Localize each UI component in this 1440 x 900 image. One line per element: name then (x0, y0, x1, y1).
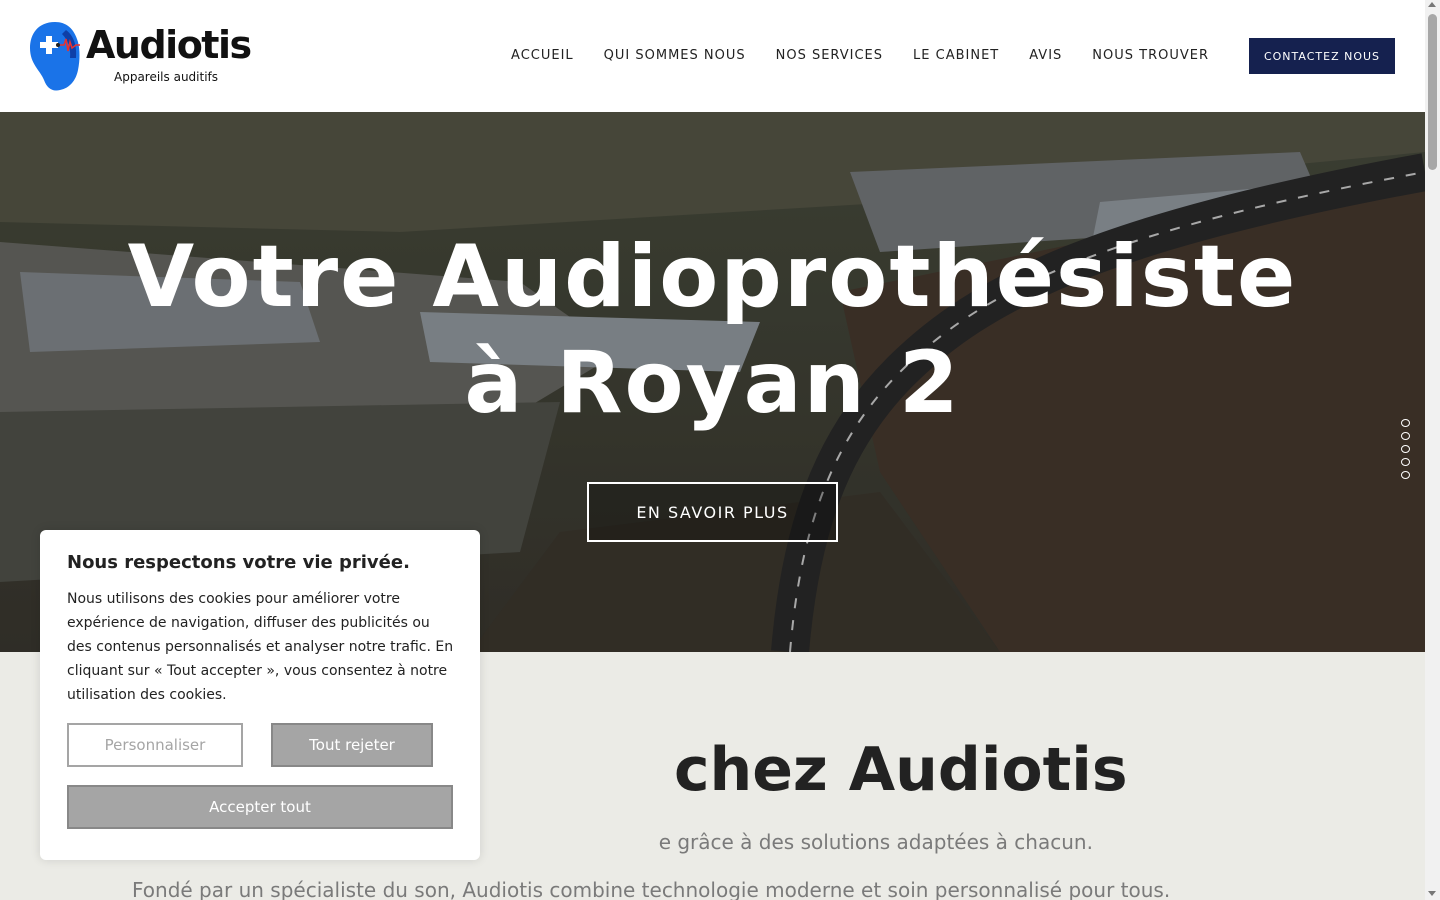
nav-item-accueil[interactable]: ACCUEIL (511, 48, 574, 63)
scroll-down-arrow-icon[interactable] (1428, 891, 1436, 896)
slider-dot-5[interactable] (1401, 471, 1410, 479)
brand-name: Audiotis (86, 23, 252, 67)
slider-dot-3[interactable] (1401, 445, 1410, 453)
nav-item-le-cabinet[interactable]: LE CABINET (913, 48, 999, 63)
reject-all-button[interactable]: Tout rejeter (271, 723, 433, 767)
nav-item-avis[interactable]: AVIS (1029, 48, 1062, 63)
slider-dot-2[interactable] (1401, 432, 1410, 440)
slider-dot-4[interactable] (1401, 458, 1410, 466)
customize-cookies-button[interactable]: Personnaliser (67, 723, 243, 767)
slider-dots (1401, 419, 1410, 479)
slider-dot-1[interactable] (1401, 419, 1410, 427)
nav-item-qui-sommes-nous[interactable]: QUI SOMMES NOUS (604, 48, 746, 63)
main-nav: ACCUEIL QUI SOMMES NOUS NOS SERVICES LE … (511, 48, 1209, 63)
scrollbar-thumb[interactable] (1428, 14, 1437, 170)
site-header: Audiotis Appareils auditifs ACCUEIL QUI … (0, 0, 1425, 112)
page-scrollbar[interactable] (1425, 0, 1440, 900)
ear-plus-logo-icon (30, 22, 80, 91)
hero-title: Votre Audioprothésiste à Royan 2 (0, 224, 1425, 436)
accept-all-button[interactable]: Accepter tout (67, 785, 453, 829)
contact-button[interactable]: CONTACTEZ NOUS (1249, 38, 1395, 74)
section-title-visible: chez Audiotis (673, 735, 1128, 805)
section-paragraph: Fondé par un spécialiste du son, Audioti… (132, 878, 1171, 900)
brand-logo[interactable]: Audiotis Appareils auditifs (30, 20, 252, 92)
hero-title-line-2: à Royan 2 (464, 333, 961, 433)
brand-tagline: Appareils auditifs (114, 70, 219, 84)
scroll-up-arrow-icon[interactable] (1428, 2, 1436, 7)
cookie-consent-banner: Nous respectons votre vie privée. Nous u… (40, 530, 480, 860)
cookie-title: Nous respectons votre vie privée. (67, 552, 410, 573)
learn-more-button[interactable]: EN SAVOIR PLUS (587, 482, 838, 542)
cookie-description: Nous utilisons des cookies pour améliore… (67, 591, 454, 703)
nav-item-nos-services[interactable]: NOS SERVICES (776, 48, 883, 63)
hero-title-line-1: Votre Audioprothésiste (127, 227, 1298, 327)
section-lead-visible: e grâce à des solutions adaptées à chacu… (658, 830, 1093, 854)
nav-item-nous-trouver[interactable]: NOUS TROUVER (1092, 48, 1209, 63)
